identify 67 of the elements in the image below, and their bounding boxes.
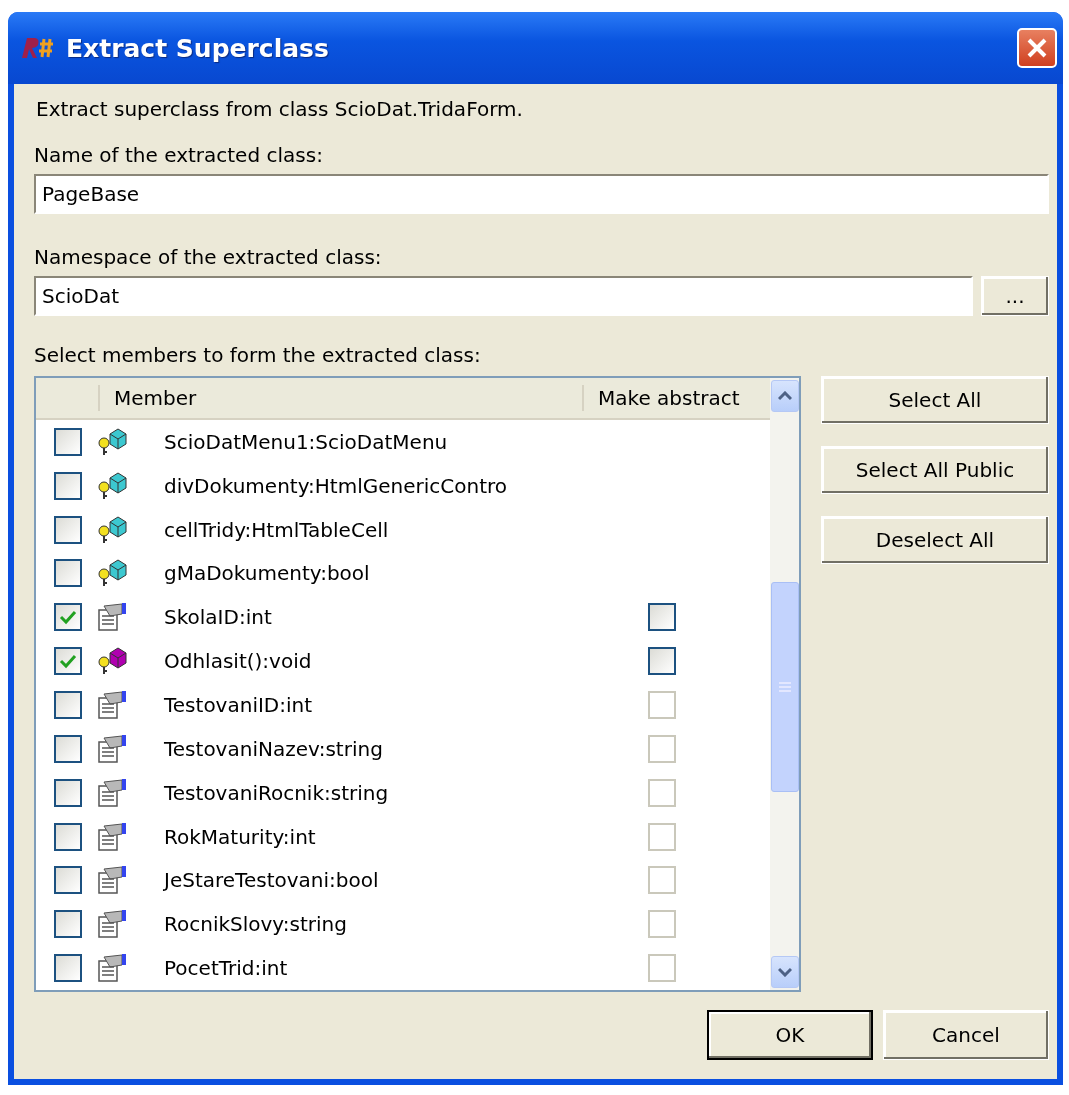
member-name: TestovaniID:int bbox=[164, 692, 314, 717]
abstract-checkbox[interactable] bbox=[648, 603, 676, 632]
checkbox[interactable] bbox=[54, 603, 82, 632]
dialog-button[interactable]: Cancel bbox=[883, 1010, 1049, 1060]
field-icon bbox=[96, 558, 128, 589]
checkbox[interactable] bbox=[54, 778, 82, 807]
property-icon bbox=[96, 865, 128, 896]
member-name: PocetTrid:int bbox=[164, 956, 289, 981]
field-label: Namespace of the extracted class: bbox=[34, 244, 383, 270]
browse-button[interactable]: ... bbox=[981, 276, 1049, 316]
method-icon bbox=[96, 646, 128, 677]
checkbox[interactable] bbox=[54, 866, 82, 895]
intro-text: Extract superclass from class ScioDat.TridaForm. bbox=[36, 96, 524, 122]
chevron-up-icon bbox=[777, 391, 792, 401]
member-name: JeStareTestovani:bool bbox=[164, 868, 380, 893]
property-icon bbox=[96, 777, 128, 808]
field-label: Name of the extracted class: bbox=[34, 142, 324, 168]
member-name: divDokumenty:HtmlGenericContro bbox=[164, 473, 508, 498]
app-logo-icon bbox=[20, 36, 54, 60]
member-name: TestovaniNazev:string bbox=[164, 736, 384, 761]
check-mark-icon bbox=[59, 653, 77, 670]
property-icon bbox=[96, 733, 128, 764]
field-icon bbox=[96, 426, 128, 457]
check-mark-icon bbox=[59, 609, 77, 626]
checkbox[interactable] bbox=[54, 559, 82, 588]
chevron-down-icon bbox=[777, 967, 792, 977]
checkbox[interactable] bbox=[54, 822, 82, 851]
field-icon bbox=[96, 470, 128, 501]
checkbox[interactable] bbox=[54, 954, 82, 983]
member-name: gMaDokumenty:bool bbox=[164, 561, 371, 586]
checkbox[interactable] bbox=[54, 471, 82, 500]
dialog-button[interactable]: OK bbox=[707, 1010, 873, 1060]
select-button[interactable]: Deselect All bbox=[821, 516, 1049, 564]
member-name: TestovaniRocnik:string bbox=[164, 780, 390, 805]
member-name: ScioDatMenu1:ScioDatMenu bbox=[164, 429, 449, 454]
checkbox[interactable] bbox=[54, 515, 82, 544]
property-icon bbox=[96, 909, 128, 940]
grip-icon bbox=[778, 682, 791, 692]
member-name: cellTridy:HtmlTableCell bbox=[164, 517, 390, 542]
scroll-down-button[interactable] bbox=[770, 956, 799, 988]
window-title: Extract Superclass bbox=[66, 33, 330, 63]
member-name: RocnikSlovy:string bbox=[164, 912, 348, 937]
members-label: Select members to form the extracted class: bbox=[34, 342, 482, 368]
checkbox[interactable] bbox=[54, 690, 82, 719]
scroll-up-button[interactable] bbox=[770, 380, 799, 412]
member-name: Odhlasit():void bbox=[164, 649, 313, 674]
property-icon bbox=[96, 602, 128, 633]
scrollbar[interactable] bbox=[770, 378, 799, 990]
member-name: RokMaturity:int bbox=[164, 824, 317, 849]
checkbox[interactable] bbox=[54, 427, 82, 456]
checkbox[interactable] bbox=[54, 647, 82, 676]
abstract-checkbox[interactable] bbox=[648, 647, 676, 676]
column-header[interactable]: Member bbox=[98, 384, 582, 411]
close-button[interactable] bbox=[1017, 28, 1057, 68]
property-icon bbox=[96, 821, 128, 852]
checkbox[interactable] bbox=[54, 734, 82, 763]
property-icon bbox=[96, 953, 128, 984]
member-name: SkolaID:int bbox=[164, 605, 273, 630]
property-icon bbox=[96, 689, 128, 720]
checkbox[interactable] bbox=[54, 910, 82, 939]
scroll-thumb[interactable] bbox=[770, 582, 799, 792]
namespace-field[interactable]: ScioDat bbox=[34, 276, 973, 316]
close-icon bbox=[1026, 37, 1048, 59]
select-button[interactable]: Select All bbox=[821, 376, 1049, 424]
field-icon bbox=[96, 514, 128, 545]
select-button[interactable]: Select All Public bbox=[821, 446, 1049, 494]
class-name-field[interactable]: PageBase bbox=[34, 174, 1049, 214]
